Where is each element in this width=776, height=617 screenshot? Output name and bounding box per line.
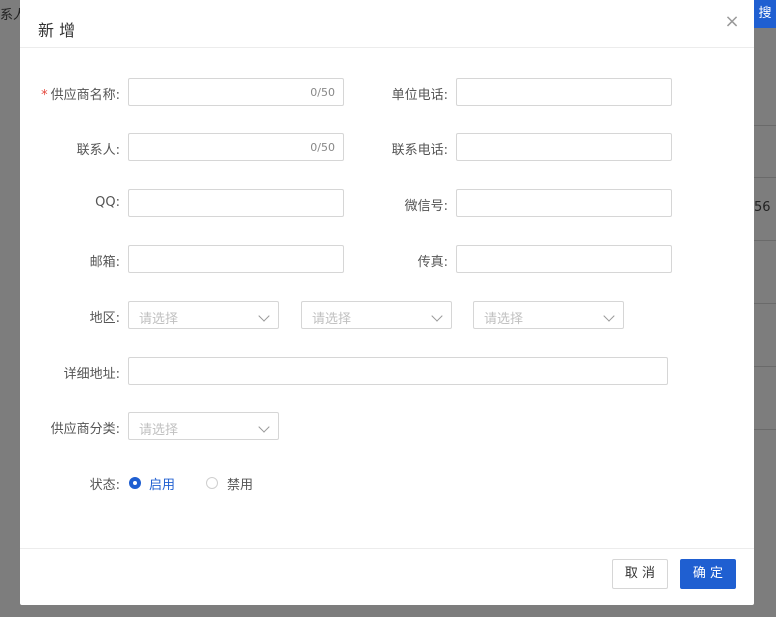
cancel-button[interactable]: 取 消 — [612, 559, 668, 589]
contact-person-input[interactable]: 0/50 — [128, 133, 344, 161]
background-divider — [754, 366, 776, 367]
status-disabled-radio[interactable] — [206, 477, 218, 489]
dialog-header: 新 增 × — [20, 0, 754, 48]
address-label: 详细地址: — [63, 367, 120, 382]
dialog-footer: 取 消 确 定 — [20, 548, 754, 606]
char-counter: 0/50 — [310, 86, 335, 99]
background-divider — [754, 303, 776, 304]
confirm-button[interactable]: 确 定 — [680, 559, 736, 589]
background-divider — [754, 177, 776, 178]
select-placeholder: 请选择 — [484, 312, 524, 327]
supplier-name-label-text: 供应商名称: — [50, 88, 120, 103]
required-mark: * — [41, 88, 48, 103]
background-divider — [754, 429, 776, 430]
email-label: 邮箱: — [89, 255, 120, 270]
qq-input[interactable] — [128, 189, 344, 217]
wechat-label: 微信号: — [404, 199, 448, 214]
supplier-name-label: * 供应商名称: — [20, 84, 120, 103]
address-input[interactable] — [128, 357, 668, 385]
supplier-name-input[interactable]: 0/50 — [128, 78, 344, 106]
chevron-down-icon — [603, 310, 615, 322]
region-label: 地区: — [89, 311, 120, 326]
email-input[interactable] — [128, 245, 344, 273]
status-label: 状态: — [89, 478, 120, 493]
dialog-title: 新 增 — [38, 21, 76, 40]
city-select[interactable]: 请选择 — [301, 301, 452, 329]
status-enabled-radio[interactable] — [129, 477, 141, 489]
fax-label: 传真: — [417, 255, 448, 270]
select-placeholder: 请选择 — [139, 312, 179, 327]
province-select[interactable]: 请选择 — [128, 301, 279, 329]
contact-phone-input[interactable] — [456, 133, 672, 161]
chevron-down-icon — [258, 421, 270, 433]
category-select[interactable]: 请选择 — [128, 412, 279, 440]
background-search-button: 搜 — [754, 0, 776, 28]
char-counter: 0/50 — [310, 141, 335, 154]
background-cell-text: 56 — [754, 200, 771, 215]
district-select[interactable]: 请选择 — [473, 301, 624, 329]
chevron-down-icon — [258, 310, 270, 322]
status-enabled-label[interactable]: 启用 — [149, 474, 175, 493]
chevron-down-icon — [431, 310, 443, 322]
wechat-input[interactable] — [456, 189, 672, 217]
fax-input[interactable] — [456, 245, 672, 273]
background-divider — [754, 125, 776, 126]
close-icon[interactable]: × — [724, 13, 740, 31]
qq-label: QQ: — [95, 195, 120, 210]
background-divider — [754, 240, 776, 241]
company-phone-input[interactable] — [456, 78, 672, 106]
select-placeholder: 请选择 — [139, 423, 179, 438]
select-placeholder: 请选择 — [312, 312, 352, 327]
category-label: 供应商分类: — [50, 422, 120, 437]
company-phone-label: 单位电话: — [391, 88, 448, 103]
contact-phone-label: 联系电话: — [391, 143, 448, 158]
add-supplier-dialog: 新 增 × * 供应商名称: 0/50 单位电话: 联系人: 0/50 联系电话:… — [20, 0, 754, 605]
status-disabled-label[interactable]: 禁用 — [227, 474, 253, 493]
contact-person-label: 联系人: — [76, 143, 120, 158]
